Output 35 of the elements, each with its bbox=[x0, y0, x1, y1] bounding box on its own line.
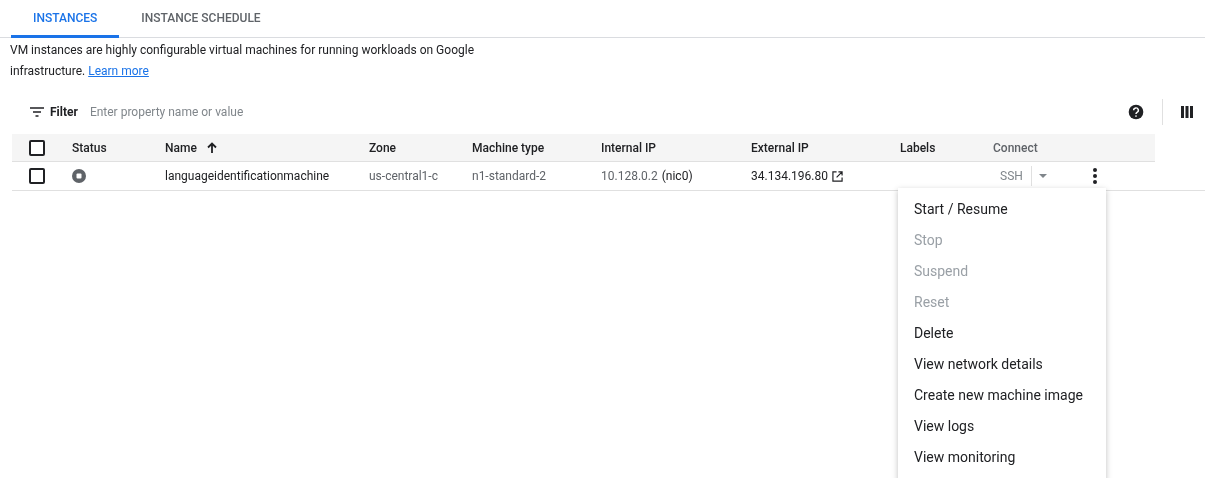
external-link-icon[interactable] bbox=[831, 170, 843, 182]
table-cell: n1-standard-2 bbox=[472, 169, 547, 183]
column-header: Labels bbox=[900, 139, 936, 157]
instance-name-link[interactable]: languageidentificationmachine bbox=[165, 169, 330, 183]
filter-icon[interactable] bbox=[30, 107, 44, 117]
tab[interactable]: INSTANCE SCHEDULE bbox=[119, 0, 283, 38]
sort-ascending-icon[interactable] bbox=[205, 141, 218, 154]
column-header: Zone bbox=[369, 139, 397, 157]
help-icon[interactable] bbox=[1128, 104, 1144, 120]
menu-item[interactable]: View network details bbox=[898, 349, 1106, 380]
column-display-icon[interactable] bbox=[1181, 106, 1193, 118]
column-header: Internal IP bbox=[601, 139, 656, 157]
menu-item[interactable]: Delete bbox=[898, 318, 1106, 349]
column-header: Status bbox=[72, 139, 107, 157]
column-header: Connect bbox=[993, 139, 1038, 157]
menu-item[interactable]: View monitoring bbox=[898, 442, 1106, 473]
column-header: External IP bbox=[751, 139, 809, 157]
table-cell: us-central1-c bbox=[369, 169, 438, 183]
filter-input[interactable]: Enter property name or value bbox=[89, 103, 390, 121]
checkbox[interactable] bbox=[29, 139, 45, 156]
network-interface-link[interactable]: (nic0) bbox=[661, 167, 693, 185]
table-cell-text: 10.128.0.2 bbox=[601, 168, 658, 185]
checkbox[interactable] bbox=[29, 168, 45, 184]
learn-more-link[interactable]: Learn more bbox=[88, 64, 149, 78]
menu-item[interactable]: Create new machine image bbox=[898, 380, 1106, 411]
more-options-icon[interactable] bbox=[1092, 168, 1097, 184]
external-ip-link[interactable]: 34.134.196.80 bbox=[751, 167, 828, 185]
column-header[interactable]: Name bbox=[165, 138, 197, 157]
filter-label: Filter bbox=[50, 104, 78, 121]
menu-item[interactable]: View logs bbox=[898, 411, 1106, 442]
tab[interactable]: INSTANCES bbox=[11, 0, 120, 38]
description-text: VM instances are highly configurable virtual machines for running workloads on Google infrastructure. Learn more bbox=[9, 42, 475, 80]
menu-item[interactable]: Start / Resume bbox=[898, 194, 1106, 225]
column-header: Machine type bbox=[472, 139, 545, 157]
dropdown-caret-icon[interactable] bbox=[1038, 174, 1047, 178]
